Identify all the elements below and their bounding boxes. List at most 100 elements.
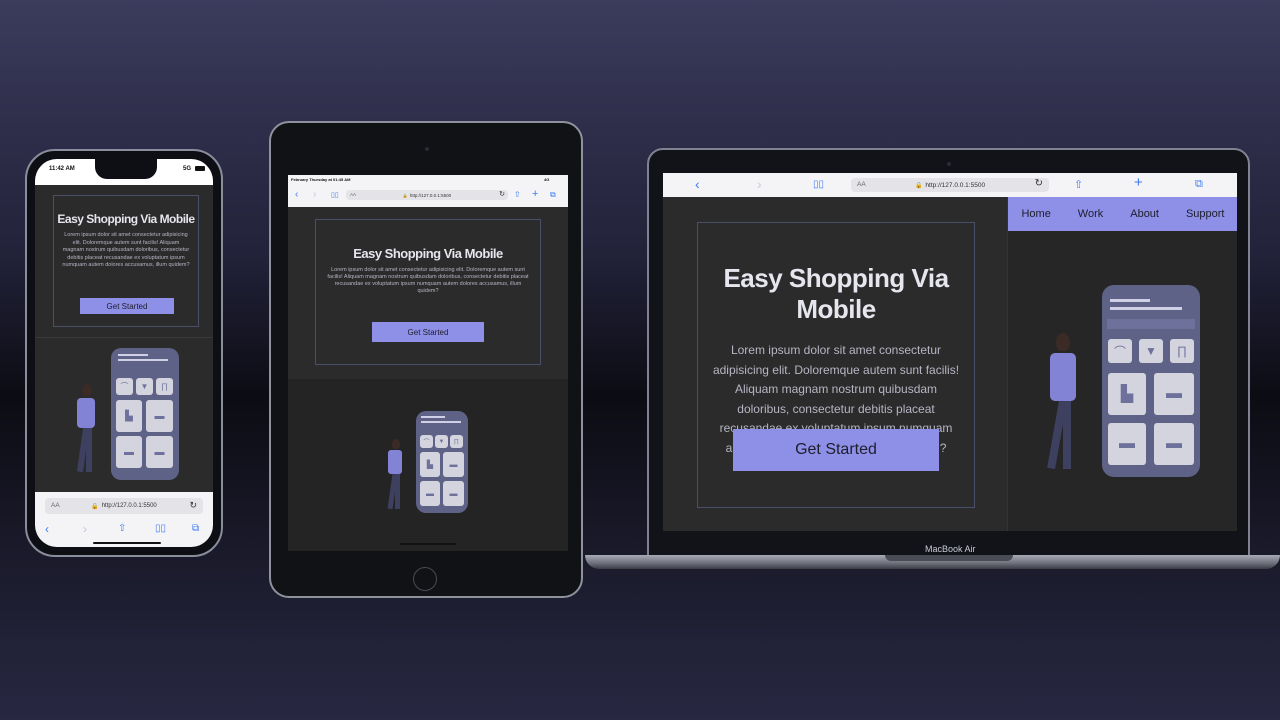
nav-home[interactable]: Home <box>1021 208 1050 220</box>
share-icon[interactable]: ⇧ <box>118 523 126 534</box>
chevron-left-icon[interactable]: ‹ <box>695 176 700 192</box>
illustration-section: ⌒ ▼ ∏ ▙ ▬ ▬ ▬ <box>288 379 568 551</box>
mac-browser-bar: ‹ › ▯▯ AA 🔒 http://127.0.0.1:5500 ↻ ⇧ + … <box>663 173 1237 197</box>
shoe-icon: ▬ <box>1108 423 1146 465</box>
address-bar[interactable]: AA 🔒 http://127.0.0.1:5500 ↻ <box>851 178 1049 192</box>
iphone-browser-bar: AA 🔒 http://127.0.0.1:5500 ↻ ‹ › ⇧ ▯▯ ⧉ <box>35 492 213 547</box>
address-bar[interactable]: AA 🔒 http://127.0.0.1:5500 ↻ <box>346 190 508 200</box>
address-bar[interactable]: AA 🔒 http://127.0.0.1:5500 ↻ <box>45 498 203 514</box>
hero-card: Easy Shopping Via Mobile Lorem ipsum dol… <box>697 222 975 508</box>
reload-icon[interactable]: ↻ <box>189 500 197 511</box>
tabs-icon[interactable]: ⧉ <box>550 190 556 200</box>
pants-icon: ∏ <box>450 435 463 448</box>
chevron-right-icon[interactable]: › <box>313 189 316 200</box>
home-indicator <box>93 542 161 544</box>
get-started-button[interactable]: Get Started <box>80 298 174 314</box>
nav-about[interactable]: About <box>1130 208 1159 220</box>
status-signal: 5G <box>183 166 192 172</box>
url-text: http://127.0.0.1:5500 <box>101 503 157 509</box>
get-started-button[interactable]: Get Started <box>733 429 939 471</box>
sneaker-icon: ▬ <box>443 481 464 506</box>
tabs-icon[interactable]: ⧉ <box>192 523 199 534</box>
hero-section: Easy Shopping Via Mobile Lorem ipsum dol… <box>663 197 1007 531</box>
sneaker-icon: ▬ <box>146 436 173 468</box>
status-time: 11:42 AM <box>49 166 75 172</box>
pants-icon: ∏ <box>156 378 173 395</box>
nav-illustration-section: Home Work About Support ⌒ ▼ ∏ ▙ ▬ ▬ ▬ <box>1007 197 1237 531</box>
shirt-icon: ▼ <box>435 435 448 448</box>
pants-icon: ∏ <box>1170 339 1194 363</box>
nav-support[interactable]: Support <box>1186 208 1225 220</box>
ipad-device: February Thursday at 01:45 AM 4G ‹ › ▯▯ … <box>269 121 583 598</box>
cap-icon: ⌒ <box>116 378 133 395</box>
text-size-button[interactable]: AA <box>51 502 60 509</box>
lock-icon: 🔒 <box>402 192 408 198</box>
sneaker-icon: ▬ <box>443 452 464 477</box>
chevron-right-icon[interactable]: › <box>757 176 762 192</box>
hero-title: Easy Shopping Via Mobile <box>353 246 503 261</box>
lock-icon: 🔒 <box>914 182 923 189</box>
cap-icon: ⌒ <box>1108 339 1132 363</box>
person-illustration <box>1046 333 1082 477</box>
shirt-icon: ▼ <box>136 378 153 395</box>
macbook-device: ‹ › ▯▯ AA 🔒 http://127.0.0.1:5500 ↻ ⇧ + … <box>647 148 1250 558</box>
hero-card: Easy Shopping Via Mobile Lorem ipsum dol… <box>315 219 541 365</box>
boot-icon: ▙ <box>116 400 142 432</box>
shirt-icon: ▼ <box>1139 339 1163 363</box>
hero-text: Lorem ipsum dolor sit amet consectetur a… <box>62 232 190 268</box>
tabs-icon[interactable]: ⧉ <box>1195 178 1203 191</box>
hero-card: Easy Shopping Via Mobile Lorem ipsum dol… <box>53 195 199 327</box>
home-button[interactable] <box>413 567 437 591</box>
shop-phone-illustration: ⌒ ▼ ∏ ▙ ▬ ▬ ▬ <box>416 411 468 513</box>
home-indicator <box>400 543 456 545</box>
book-icon[interactable]: ▯▯ <box>813 179 824 190</box>
reload-icon[interactable]: ↻ <box>499 190 505 198</box>
chevron-left-icon[interactable]: ‹ <box>295 189 298 200</box>
ipad-browser-bar: February Thursday at 01:45 AM 4G ‹ › ▯▯ … <box>288 175 568 207</box>
status-date: February Thursday at 01:45 AM <box>291 177 351 182</box>
illustration-section: ⌒ ▼ ∏ ▙ ▬ ▬ ▬ <box>35 337 213 493</box>
reload-icon[interactable]: ↻ <box>1035 178 1043 189</box>
hero-text: Lorem ipsum dolor sit amet consectetur a… <box>327 267 529 294</box>
get-started-button[interactable]: Get Started <box>372 322 484 342</box>
book-icon[interactable]: ▯▯ <box>155 523 166 534</box>
hero-section: Easy Shopping Via Mobile Lorem ipsum dol… <box>288 207 568 379</box>
sneaker-icon: ▬ <box>146 400 173 432</box>
hero-title: Easy Shopping Via Mobile <box>57 212 195 226</box>
top-nav: Home Work About Support <box>1008 197 1237 231</box>
chevron-right-icon[interactable]: › <box>83 522 87 536</box>
sneaker-icon: ▬ <box>1154 373 1194 415</box>
cap-icon: ⌒ <box>420 435 433 448</box>
shoe-icon: ▬ <box>420 481 440 506</box>
person-illustration <box>386 439 406 515</box>
ipad-screen: February Thursday at 01:45 AM 4G ‹ › ▯▯ … <box>288 175 568 551</box>
plus-icon[interactable]: + <box>532 188 538 200</box>
camera-icon <box>947 162 951 166</box>
shop-phone-illustration: ⌒ ▼ ∏ ▙ ▬ ▬ ▬ <box>111 348 179 480</box>
plus-icon[interactable]: + <box>1134 174 1143 191</box>
shoe-icon: ▬ <box>116 436 142 468</box>
person-illustration <box>75 384 99 480</box>
shop-phone-illustration: ⌒ ▼ ∏ ▙ ▬ ▬ ▬ <box>1102 285 1200 477</box>
nav-work[interactable]: Work <box>1078 208 1103 220</box>
chevron-left-icon[interactable]: ‹ <box>45 522 49 536</box>
battery-icon <box>195 166 205 171</box>
status-network: 4G <box>544 177 550 182</box>
book-icon[interactable]: ▯▯ <box>331 191 339 199</box>
iphone-screen: 11:42 AM 5G Easy Shopping Via Mobile Lor… <box>35 159 213 547</box>
text-size-button[interactable]: AA <box>350 192 356 197</box>
iphone-device: 11:42 AM 5G Easy Shopping Via Mobile Lor… <box>25 149 223 557</box>
boot-icon: ▙ <box>420 452 440 477</box>
camera-icon <box>425 147 429 151</box>
lock-icon: 🔒 <box>91 503 99 510</box>
sneaker-icon: ▬ <box>1154 423 1194 465</box>
iphone-notch <box>95 159 157 179</box>
url-text: http://127.0.0.1:5500 <box>925 181 986 189</box>
macbook-hinge-notch <box>885 555 1013 561</box>
macbook-screen: ‹ › ▯▯ AA 🔒 http://127.0.0.1:5500 ↻ ⇧ + … <box>663 173 1237 531</box>
share-icon[interactable]: ⇧ <box>1074 178 1083 191</box>
share-icon[interactable]: ⇧ <box>514 190 521 199</box>
boot-icon: ▙ <box>1108 373 1146 415</box>
macbook-label: MacBook Air <box>925 544 976 554</box>
text-size-button[interactable]: AA <box>857 181 866 188</box>
